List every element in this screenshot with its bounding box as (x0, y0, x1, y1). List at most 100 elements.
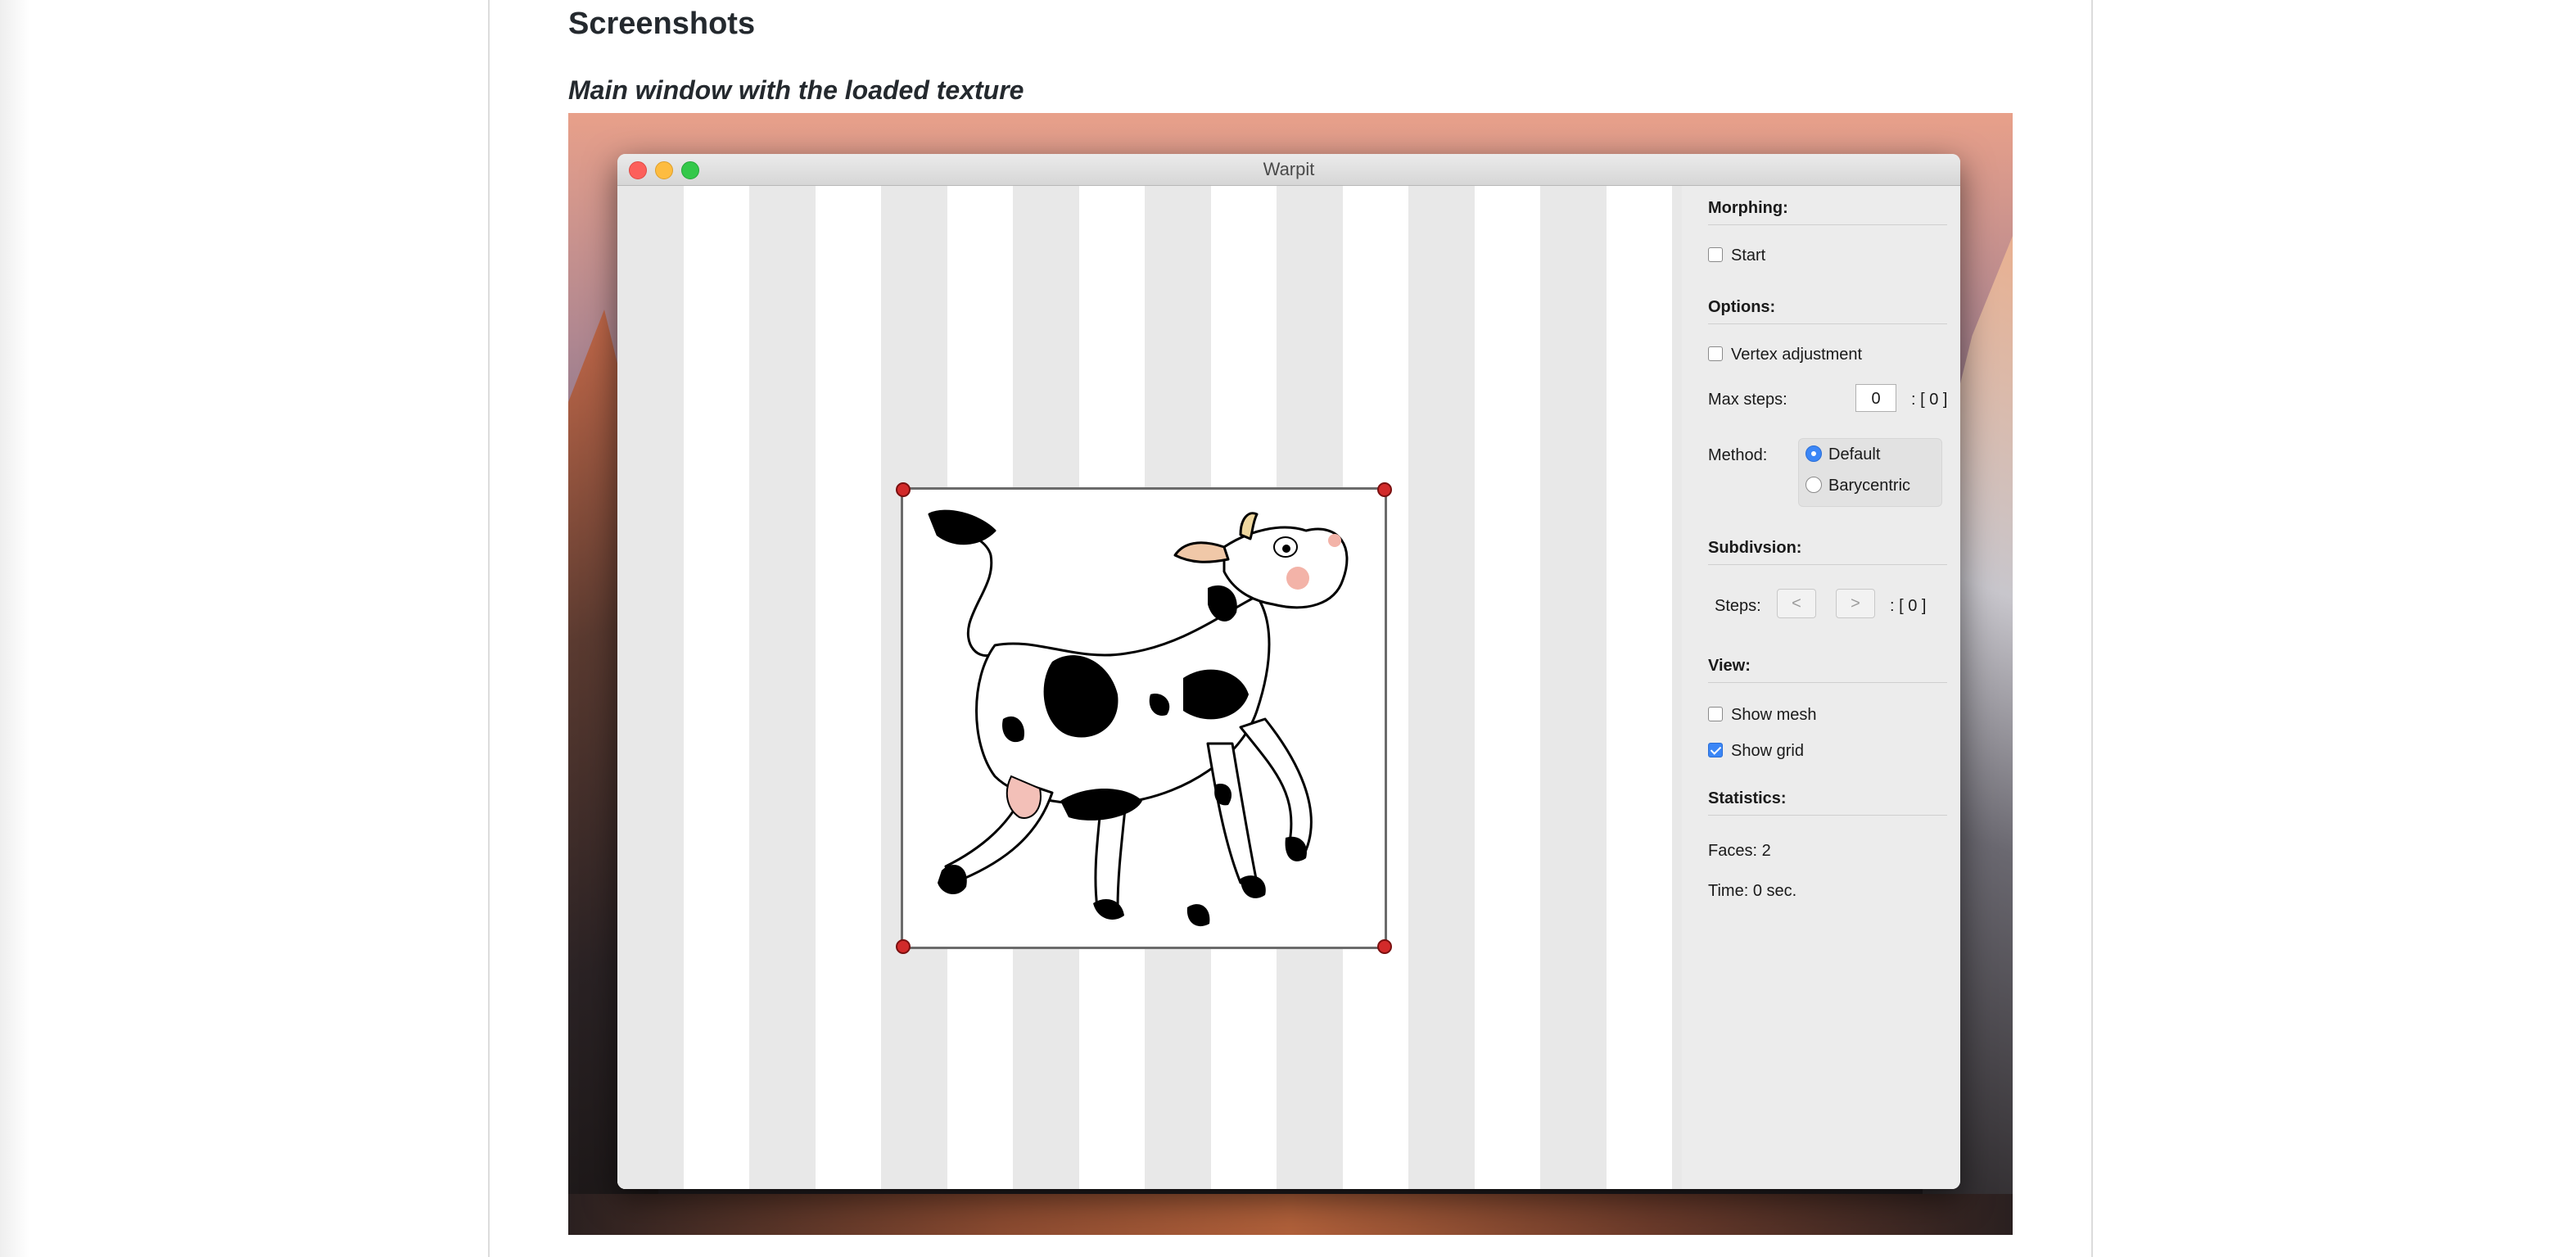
start-checkbox-row[interactable]: Start (1708, 246, 1765, 265)
method-label: Method: (1708, 446, 1768, 464)
checker-cell (1145, 1188, 1211, 1189)
method-radio-group: Default Barycentric (1798, 438, 1942, 507)
show-mesh-label: Show mesh (1731, 706, 1817, 724)
corner-handle-bottom-left[interactable] (896, 939, 911, 954)
checker-cell (1013, 1000, 1079, 1063)
radio-barycentric[interactable] (1805, 476, 1822, 493)
statistics-title: Statistics: (1708, 789, 1787, 807)
show-mesh-row[interactable]: Show mesh (1708, 706, 1817, 725)
checker-cell (749, 687, 816, 750)
checker-cell (1013, 311, 1079, 374)
checker-cell (1145, 1000, 1211, 1063)
checker-cell (1145, 311, 1211, 374)
checker-cell (749, 373, 816, 436)
vertex-adjustment-checkbox[interactable] (1708, 346, 1723, 361)
checker-cell (1277, 1125, 1343, 1188)
checker-cell (1540, 436, 1607, 500)
checker-cell (1408, 311, 1475, 374)
method-option-default[interactable]: Default (1805, 445, 1880, 464)
checker-cell (1408, 749, 1475, 812)
checker-cell (1277, 373, 1343, 436)
checker-cell (749, 875, 816, 938)
checker-cell (749, 499, 816, 562)
checker-cell (1540, 373, 1607, 436)
checker-cell (1408, 1125, 1475, 1188)
checker-cell (1540, 1063, 1607, 1126)
start-label: Start (1731, 246, 1766, 265)
texture-image[interactable] (896, 482, 1392, 954)
corner-handle-top-left[interactable] (896, 482, 911, 497)
cow-image (928, 509, 1349, 927)
checker-cell (1408, 248, 1475, 311)
max-steps-input[interactable]: 0 (1855, 384, 1896, 412)
checker-cell (1540, 499, 1607, 562)
checker-cell (1145, 248, 1211, 311)
checker-cell (1540, 1000, 1607, 1063)
checker-cell (1540, 562, 1607, 625)
radio-default[interactable] (1805, 445, 1822, 462)
steps-prev-button[interactable]: < (1777, 589, 1816, 618)
checker-cell (1408, 624, 1475, 687)
show-grid-checkbox[interactable] (1708, 742, 1723, 757)
divider (1708, 564, 1947, 565)
checker-cell (1540, 186, 1607, 249)
title-bar[interactable]: Warpit (617, 154, 1960, 186)
start-checkbox[interactable] (1708, 246, 1723, 262)
window-close-icon[interactable] (629, 161, 647, 179)
vertex-adjustment-label: Vertex adjustment (1731, 346, 1863, 364)
divider (1708, 323, 1947, 324)
method-option-barycentric[interactable]: Barycentric (1805, 476, 1910, 495)
checker-cell (617, 1125, 684, 1188)
app-window: Warpit Morphing: Start Options: Vertex a… (617, 154, 1960, 1189)
checker-cell (749, 812, 816, 875)
show-mesh-checkbox[interactable] (1708, 706, 1723, 721)
checker-cell (1408, 499, 1475, 562)
checker-cell (617, 373, 684, 436)
control-panel: Morphing: Start Options: Vertex adjustme… (1682, 186, 1960, 1189)
steps-label: Steps: (1715, 597, 1761, 615)
checker-cell (749, 1000, 816, 1063)
checker-cell (617, 875, 684, 938)
checker-cell (1408, 436, 1475, 500)
corner-handle-bottom-right[interactable] (1377, 939, 1392, 954)
checker-cell (749, 186, 816, 249)
checker-cell (1540, 624, 1607, 687)
window-minimize-icon[interactable] (655, 161, 673, 179)
checker-cell (1277, 1000, 1343, 1063)
window-maximize-icon[interactable] (681, 161, 699, 179)
checker-cell (1408, 1000, 1475, 1063)
checker-cell (1013, 373, 1079, 436)
checker-cell (1277, 186, 1343, 249)
checker-cell (1540, 248, 1607, 311)
wallpaper-mountain-bottom (568, 1194, 2013, 1235)
checker-cell (1277, 248, 1343, 311)
texture-canvas[interactable] (617, 186, 1738, 1189)
faces-count: Faces: 2 (1708, 842, 1771, 860)
checker-cell (1408, 687, 1475, 750)
checker-cell (617, 687, 684, 750)
checker-cell (881, 186, 947, 249)
max-steps-row: Max steps: 0 : [ 0 ] (1708, 384, 1954, 412)
checker-cell (749, 1063, 816, 1126)
morphing-title: Morphing: (1708, 199, 1788, 217)
options-title: Options: (1708, 298, 1776, 316)
checker-cell (1408, 1063, 1475, 1126)
checker-cell (1013, 248, 1079, 311)
checker-cell (1408, 562, 1475, 625)
section-heading: Screenshots (568, 7, 756, 41)
view-title: View: (1708, 657, 1751, 675)
corner-handle-top-right[interactable] (1377, 482, 1392, 497)
checker-cell (1408, 186, 1475, 249)
max-steps-value-readout: : [ 0 ] (1911, 391, 1948, 409)
steps-next-button[interactable]: > (1836, 589, 1875, 618)
checker-cell (1013, 1063, 1079, 1126)
checker-cell (1540, 311, 1607, 374)
checker-cell (617, 562, 684, 625)
steps-row: Steps: < > : [ 0 ] (1715, 589, 1952, 618)
checker-cell (1540, 875, 1607, 938)
checker-cell (1540, 687, 1607, 750)
checker-cell (1408, 373, 1475, 436)
vertex-adjustment-row[interactable]: Vertex adjustment (1708, 346, 1862, 364)
show-grid-row[interactable]: Show grid (1708, 742, 1804, 761)
time-readout: Time: 0 sec. (1708, 882, 1797, 900)
